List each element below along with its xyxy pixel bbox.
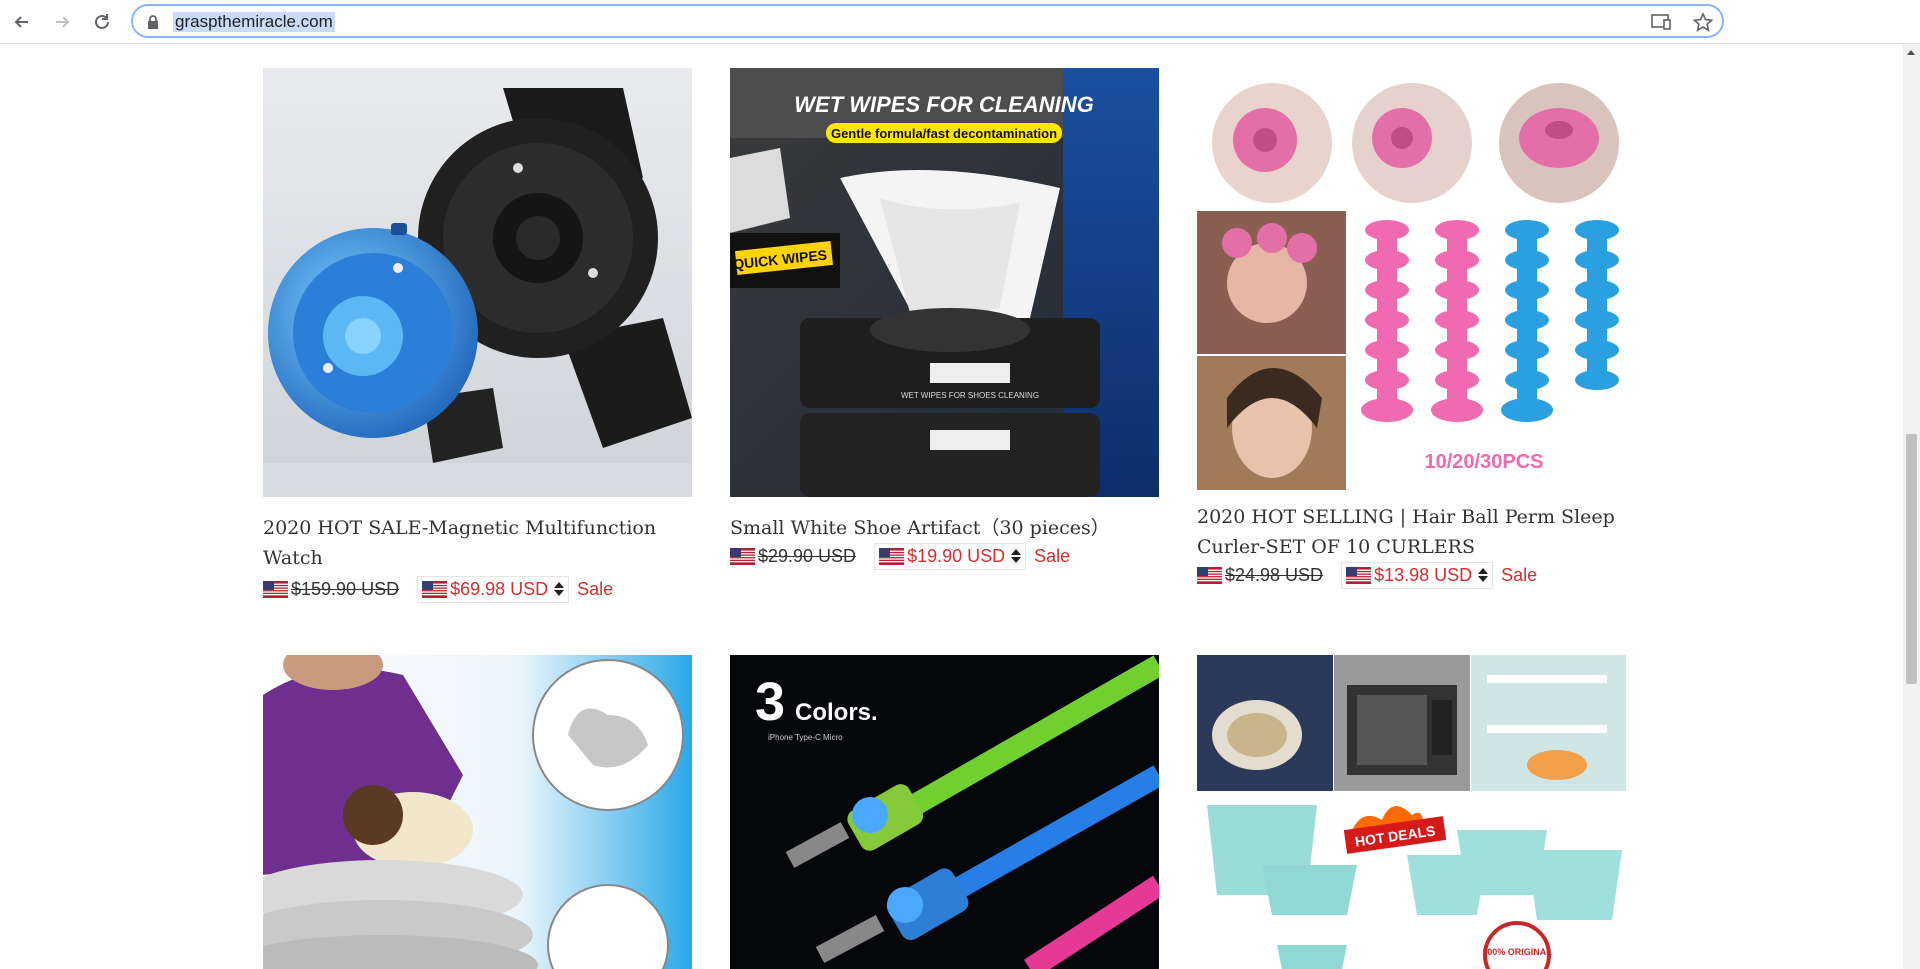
us-flag-icon [879,547,905,565]
price-row: $29.90 USD $19.90 USD Sale [730,542,1160,570]
product-image-silicone-bags[interactable]: HOT DEALS 100% ORIGINAL [1197,655,1626,969]
original-price: $159.90 USD [291,578,400,599]
us-flag-icon [422,580,448,598]
product-image-curlers[interactable]: 10/20/30PCS [1197,68,1626,490]
product-image-wipes[interactable]: WET WIPES FOR CLEANING Gentle formula/fa… [730,68,1159,497]
product-image-watch[interactable] [263,68,692,497]
us-flag-icon [1346,566,1372,584]
curler-pack-label: 10/20/30PCS [1425,451,1544,473]
currency-selector[interactable]: $13.98 USD [1341,561,1494,589]
original-stamp: 100% ORIGINAL [1482,947,1552,957]
select-arrows-icon [1478,568,1489,582]
sale-badge: Sale [1034,545,1071,566]
currency-selector[interactable]: $69.98 USD [417,575,570,603]
product-title[interactable]: 2020 HOT SALE-Magnetic Multifunction Wat… [263,513,693,573]
sale-price: $19.90 USD [907,545,1006,566]
original-price: $24.98 USD [1225,564,1324,585]
silicone-bags-image: HOT DEALS 100% ORIGINAL [1197,655,1626,969]
product-card-curlers[interactable]: 10/20/30PCS 2020 HOT SELLING | Hair Ball… [1197,68,1627,589]
cable-headline-text: Colors. [795,699,878,726]
product-title[interactable]: Small White Shoe Artifact（30 pieces） [730,513,1160,543]
product-title[interactable]: 2020 HOT SELLING | Hair Ball Perm Sleep … [1197,502,1627,562]
lock-icon [148,15,158,29]
address-bar[interactable]: graspthemiracle.com [131,4,1724,38]
cable-headline-number: 3 [755,672,785,732]
forward-button[interactable] [48,8,76,36]
select-arrows-icon [1011,549,1022,563]
scrollbar-thumb[interactable] [1906,434,1917,684]
watch-image [263,68,692,497]
us-flag-icon [263,580,288,598]
sale-badge: Sale [577,578,614,599]
wipes-box-label: WET WIPES FOR SHOES CLEANING [901,391,1039,400]
wipes-subheadline: Gentle formula/fast decontamination [831,126,1057,141]
price-row: $159.90 USD $69.98 USD Sale [263,575,693,603]
back-arrow-icon [14,16,28,28]
price-row: $24.98 USD $13.98 USD Sale [1197,561,1627,589]
select-arrows-icon [554,582,565,596]
product-image-led-cables[interactable]: 3 Colors. iPhone Type-C Micro [730,655,1159,969]
us-flag-icon [1197,566,1222,584]
bookmark-star-icon[interactable] [1692,12,1714,32]
product-card-nursing-pillow[interactable] [263,655,693,969]
wipes-image: WET WIPES FOR CLEANING Gentle formula/fa… [730,68,1159,497]
url-text[interactable]: graspthemiracle.com [173,12,335,32]
back-button[interactable] [8,8,36,36]
currency-selector[interactable]: $19.90 USD [874,542,1027,570]
product-card-wipes[interactable]: WET WIPES FOR CLEANING Gentle formula/fa… [730,68,1160,570]
page-scrollbar[interactable] [1903,44,1920,969]
nursing-pillow-image [263,655,692,969]
sale-price: $13.98 USD [1374,564,1473,585]
forward-arrow-icon [56,16,70,28]
sale-price: $69.98 USD [450,578,549,599]
wipes-headline: WET WIPES FOR CLEANING [794,92,1093,117]
curlers-image: 10/20/30PCS [1197,68,1626,490]
product-card-watch[interactable]: 2020 HOT SALE-Magnetic Multifunction Wat… [263,68,693,603]
product-card-led-cables[interactable]: 3 Colors. iPhone Type-C Micro [730,655,1160,969]
scroll-up-arrow-icon[interactable] [1907,50,1915,55]
sale-badge: Sale [1501,564,1538,585]
product-card-silicone-bags[interactable]: HOT DEALS 100% ORIGINAL [1197,655,1627,969]
reload-icon [95,14,109,29]
browser-toolbar: graspthemiracle.com [0,0,1920,44]
original-price: $29.90 USD [758,545,857,566]
cable-types-label: iPhone Type-C Micro [768,733,843,742]
page-content: 2020 HOT SALE-Magnetic Multifunction Wat… [0,44,1903,969]
product-image-nursing-pillow[interactable] [263,655,692,969]
reload-button[interactable] [88,8,116,36]
cast-icon[interactable] [1650,12,1672,32]
us-flag-icon [730,547,755,565]
led-cables-image: 3 Colors. iPhone Type-C Micro [730,655,1159,969]
